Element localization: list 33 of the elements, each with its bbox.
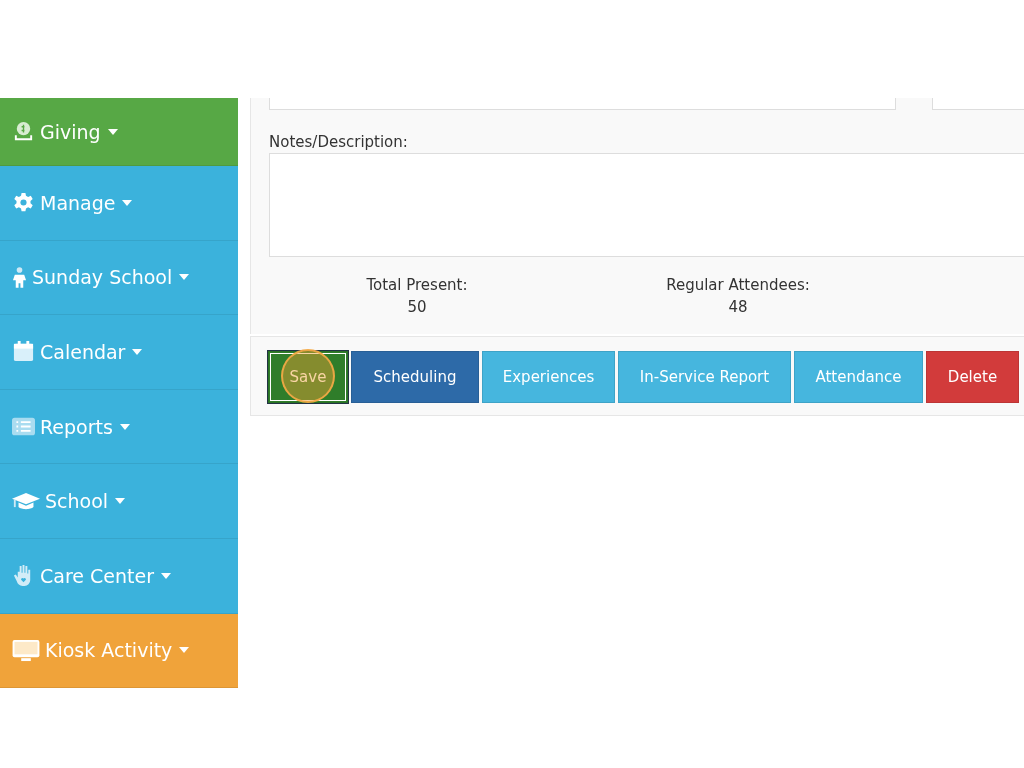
child-icon [12,265,27,289]
sidebar-item[interactable]: Giving [0,98,238,166]
action-button[interactable]: Save [268,351,348,403]
total-value: 50 [407,298,427,316]
caret-icon [107,128,118,135]
total-label: Regular Attendees: [666,276,810,294]
caret-icon [122,199,133,206]
sidebar-item[interactable]: Care Center [0,538,238,614]
sidebar-item[interactable]: Kiosk Activity [0,613,238,689]
monitor-icon [12,638,40,662]
notes-field[interactable] [269,153,1024,257]
action-button[interactable]: Experiences [482,351,615,403]
sidebar-item[interactable]: Sunday School [0,240,238,316]
caret-icon [119,423,130,430]
sidebar-item[interactable]: Manage [0,166,238,241]
sidebar-item[interactable]: Calendar [0,315,238,390]
caret-icon [132,349,143,355]
action-button[interactable]: Delete [926,351,1019,403]
sidebar-item[interactable]: School [0,464,238,539]
total-label: Total Present: [366,276,468,294]
action-button[interactable]: Scheduling [351,351,479,403]
input-field[interactable] [269,98,896,110]
caret-icon [179,274,190,281]
total-value: 48 [728,298,748,316]
notes-label: Notes/Description: [269,132,409,152]
action-button[interactable]: Attendance [794,351,923,403]
sidebar-item[interactable]: Reports [0,389,238,465]
money-icon [12,120,35,143]
caret-icon [115,498,126,505]
caret-icon [161,572,171,579]
calendar-icon [12,340,35,364]
action-button[interactable]: In-Service Report [618,351,791,403]
caret-icon [179,647,190,654]
